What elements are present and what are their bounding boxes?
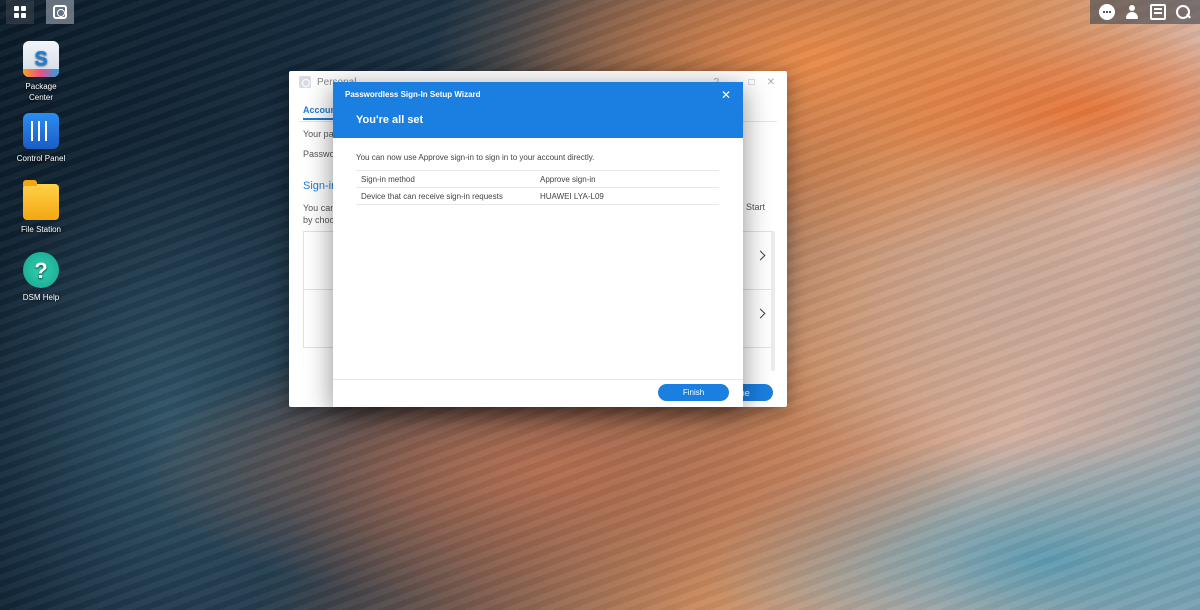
row-key: Device that can receive sign-in requests [361, 191, 503, 201]
maximize-button[interactable]: □ [749, 77, 755, 88]
wizard-description: You can now use Approve sign-in to sign … [356, 153, 595, 162]
desktop-icon-label: Package Center [25, 82, 57, 102]
desktop-icon-label: Control Panel [16, 154, 66, 163]
system-tray [1090, 0, 1200, 24]
personal-app-icon [299, 76, 311, 88]
wizard-title: Passwordless Sign-In Setup Wizard [345, 90, 481, 99]
chevron-right-icon [755, 250, 766, 261]
search-icon[interactable] [1175, 4, 1191, 20]
section-text: by choo [303, 215, 335, 225]
desktop-icon-control-panel[interactable]: Control Panel [1, 113, 81, 164]
widgets-icon[interactable] [1149, 4, 1166, 20]
desktop-icon-dsm-help[interactable]: DSM Help [1, 252, 81, 303]
desktop-icon-label: File Station [20, 225, 62, 234]
desktop-icon-label: DSM Help [22, 293, 60, 302]
folder-icon [23, 180, 59, 220]
grid-icon [14, 6, 26, 18]
wizard-body: You can now use Approve sign-in to sign … [333, 138, 743, 205]
section-text: You can [303, 203, 336, 213]
chat-icon[interactable] [1098, 4, 1115, 20]
scrollbar[interactable] [771, 231, 775, 371]
user-icon[interactable] [1124, 4, 1140, 20]
main-menu-button[interactable] [6, 0, 34, 24]
control-panel-icon [23, 113, 59, 149]
row-key: Sign-in method [361, 174, 415, 184]
personal-icon [53, 5, 67, 19]
finish-button[interactable]: Finish [658, 384, 729, 401]
wizard-heading: You're all set [356, 114, 424, 126]
row-value: HUAWEI LYA-L09 [540, 191, 604, 201]
start-text: Start [745, 202, 765, 212]
desktop-icon-file-station[interactable]: File Station [1, 180, 81, 235]
wizard-footer: Finish [333, 379, 743, 407]
setup-wizard-dialog: Passwordless Sign-In Setup Wizard ✕ You'… [333, 82, 743, 407]
table-row: Sign-in method Approve sign-in [356, 171, 719, 188]
table-row: Device that can receive sign-in requests… [356, 188, 719, 205]
package-center-icon [23, 41, 59, 77]
personal-app-taskbar-button[interactable] [46, 0, 74, 24]
row-value: Approve sign-in [540, 174, 596, 184]
desktop-icon-package-center[interactable]: Package Center [1, 41, 81, 103]
chevron-right-icon [755, 308, 766, 319]
help-icon [23, 252, 59, 288]
wizard-header: Passwordless Sign-In Setup Wizard ✕ You'… [333, 82, 743, 138]
account-line: Your pa [303, 129, 334, 139]
account-line: Passwo [303, 149, 335, 159]
close-icon[interactable]: ✕ [721, 88, 731, 102]
taskbar [0, 0, 74, 24]
summary-table: Sign-in method Approve sign-in Device th… [356, 170, 719, 205]
close-button[interactable]: ✕ [767, 77, 775, 88]
